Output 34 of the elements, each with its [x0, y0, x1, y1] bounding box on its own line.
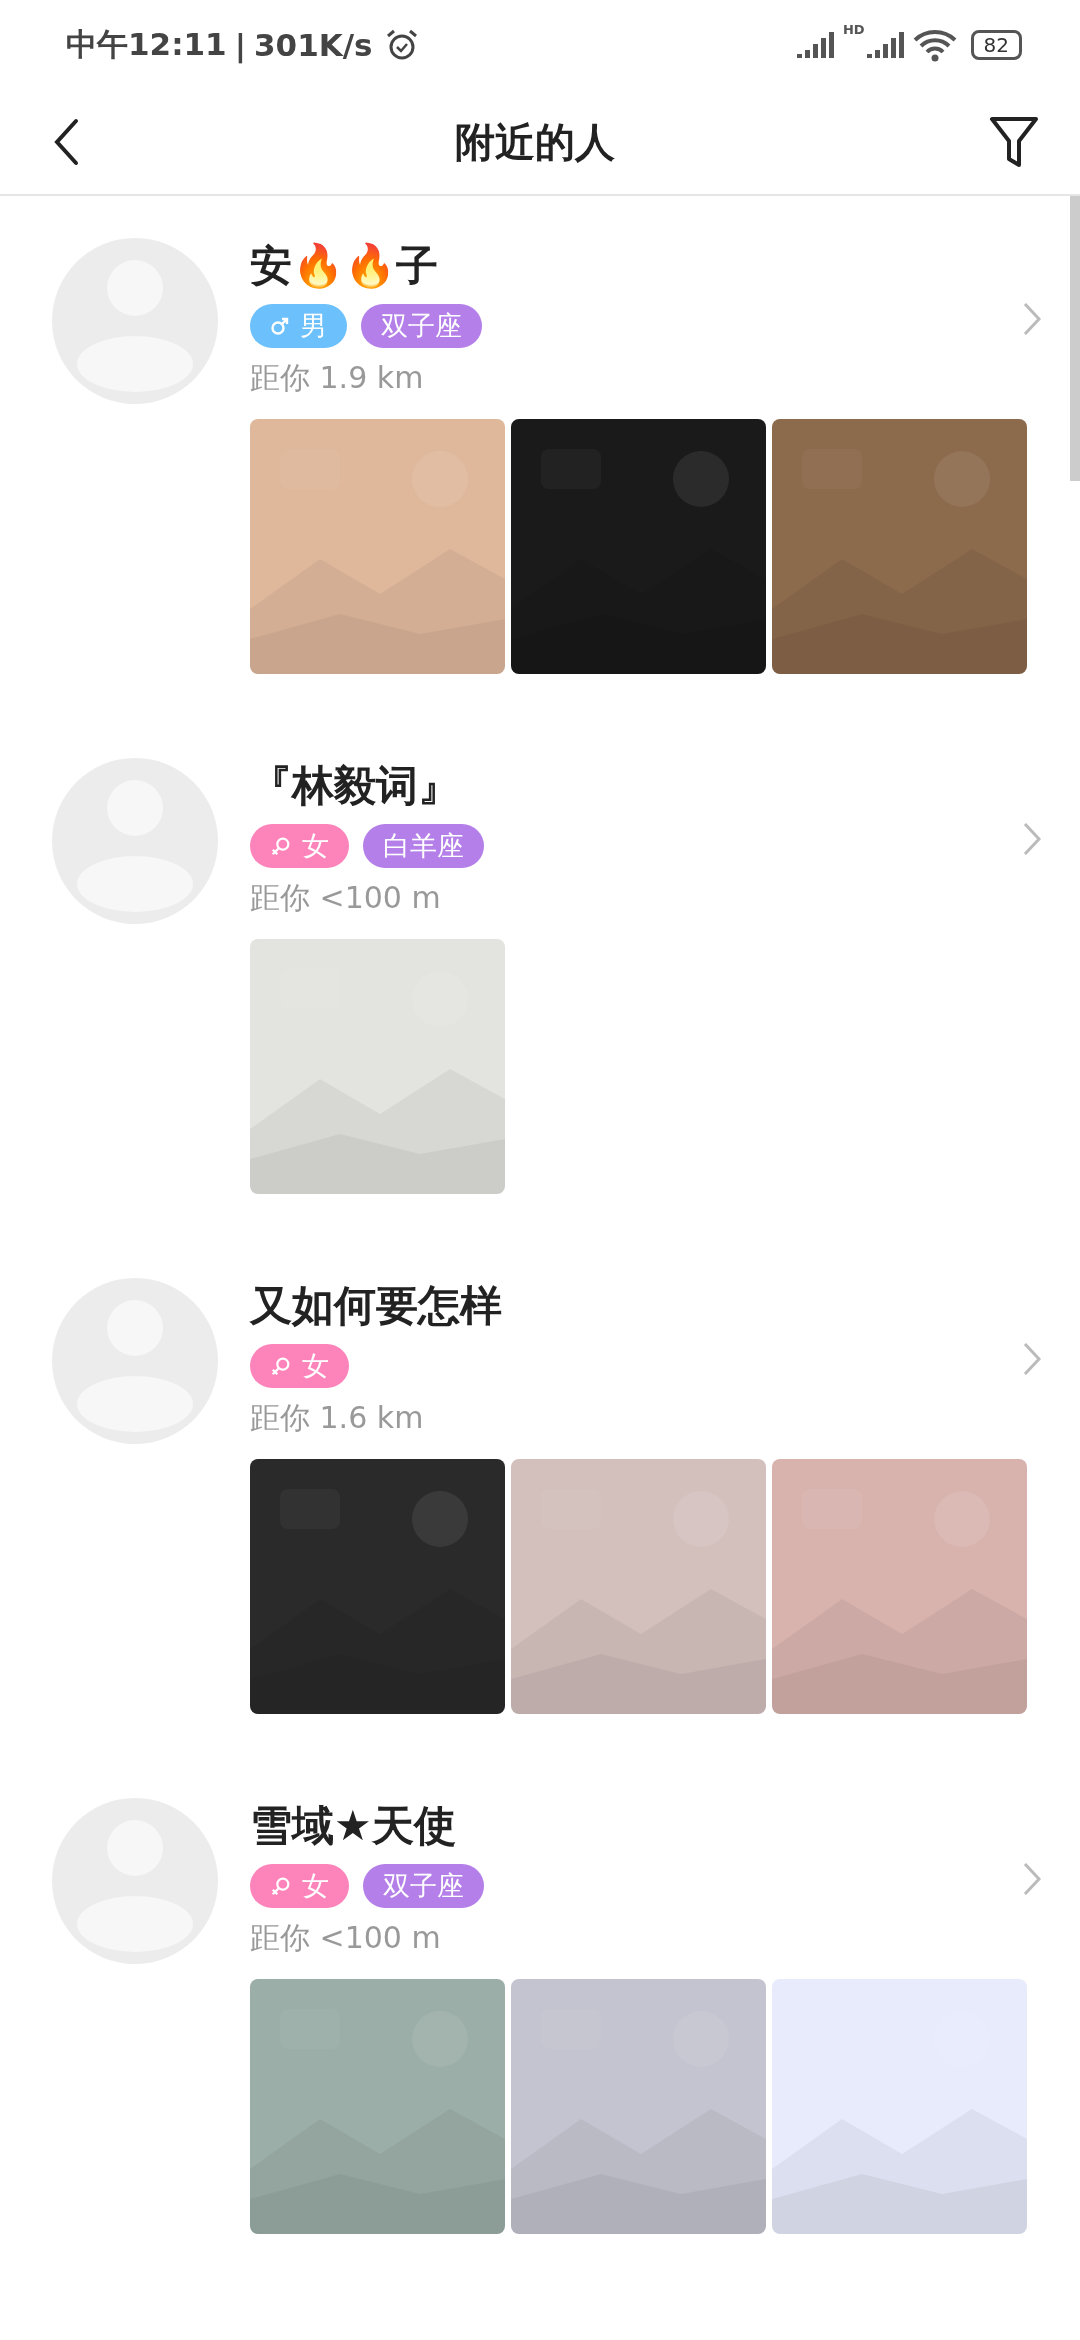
tag-text: 白羊座 [383, 829, 464, 863]
user-name: 雪域★天使 [250, 1800, 457, 1852]
tag-text: 女 [302, 1349, 329, 1383]
network-speed: 301K/s [254, 27, 373, 63]
distance-label: 距你 <100 m [250, 1919, 442, 1957]
tag-text: 女 [302, 1869, 329, 1903]
tag-text: 男 [300, 309, 327, 343]
distance-label: 距你 1.9 km [250, 359, 425, 397]
filter-icon[interactable] [988, 115, 1040, 169]
alarm-icon [384, 28, 419, 62]
female-symbol-icon [270, 835, 292, 857]
battery-icon: 82 [970, 30, 1022, 60]
status-time: 中午12:11 [66, 25, 227, 64]
user-name: 又如何要怎样 [250, 1280, 503, 1332]
male-symbol-icon [270, 316, 290, 336]
chevron-icon[interactable] [1022, 820, 1042, 857]
signal-icon [794, 30, 835, 60]
page-title: 附近的人 [455, 117, 615, 167]
female-symbol-icon [270, 1875, 292, 1897]
tag-text: 女 [302, 829, 329, 863]
tag-text: 双子座 [383, 1869, 464, 1903]
female-symbol-icon [270, 1355, 292, 1377]
distance-label: 距你 <100 m [250, 879, 442, 917]
user-name: 安🔥🔥子 [250, 240, 439, 292]
status-separator: | [234, 27, 246, 63]
signal-icon [864, 30, 905, 60]
distance-label: 距你 1.6 km [250, 1399, 425, 1437]
tag-text: 双子座 [381, 309, 462, 343]
chevron-icon[interactable] [1022, 300, 1042, 337]
hd-label: HD [842, 22, 865, 37]
chevron-icon[interactable] [1022, 1860, 1042, 1897]
chevron-icon[interactable] [1022, 1340, 1042, 1377]
user-name: 『林毅词』 [250, 760, 461, 812]
wifi-icon [912, 28, 957, 62]
